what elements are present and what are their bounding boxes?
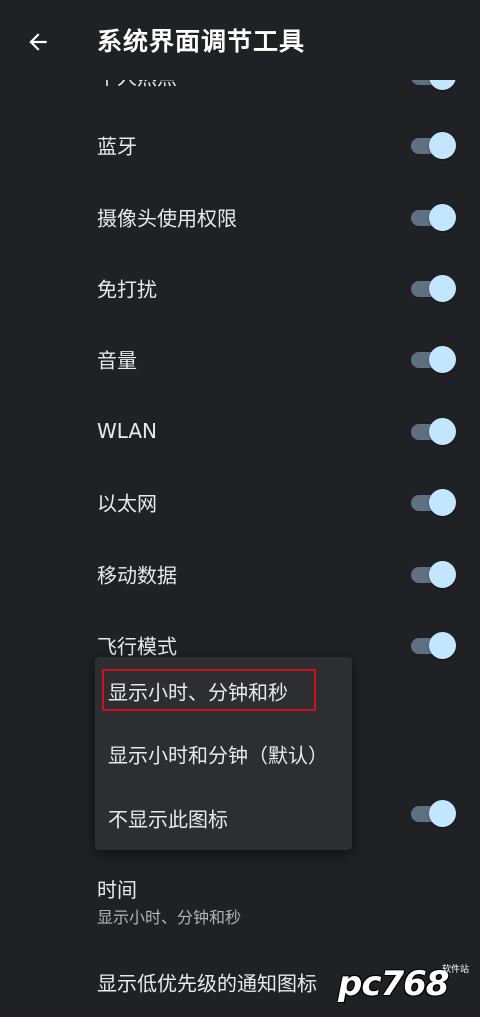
- setting-row-mobile-data[interactable]: 移动数据: [0, 542, 480, 606]
- setting-row-ethernet[interactable]: 以太网: [0, 470, 480, 534]
- app-screen: 个人热点 蓝牙 摄像头使用权限 免打扰: [0, 0, 480, 1017]
- setting-row-bluetooth[interactable]: 蓝牙: [0, 113, 480, 177]
- switch-thumb: [429, 275, 456, 302]
- airplane-switch[interactable]: [409, 631, 457, 659]
- watermark-small-text: 软件站: [442, 965, 470, 975]
- setting-row-dnd[interactable]: 免打扰: [0, 256, 480, 320]
- switch-thumb: [429, 561, 456, 588]
- dnd-switch[interactable]: [409, 274, 457, 302]
- hidden-row-switch[interactable]: [409, 799, 457, 827]
- setting-row-wlan[interactable]: WLAN: [0, 399, 480, 463]
- wlan-switch[interactable]: [409, 417, 457, 445]
- mobile-data-switch[interactable]: [409, 560, 457, 588]
- menu-item-label: 显示小时和分钟（默认）: [108, 743, 328, 768]
- setting-label: 显示低优先级的通知图标: [97, 971, 317, 996]
- setting-row-camera[interactable]: 摄像头使用权限: [0, 185, 480, 249]
- watermark-text: pc768: [338, 964, 449, 1004]
- menu-item-label: 不显示此图标: [108, 807, 228, 832]
- menu-item-hours-minutes-seconds[interactable]: 显示小时、分钟和秒: [95, 659, 352, 723]
- setting-label: 蓝牙: [97, 134, 137, 159]
- volume-switch[interactable]: [409, 345, 457, 373]
- switch-thumb: [429, 346, 456, 373]
- setting-label: 飞行模式: [97, 634, 177, 659]
- setting-label: WLAN: [97, 419, 158, 443]
- camera-switch[interactable]: [409, 203, 457, 231]
- setting-label: 以太网: [97, 491, 157, 516]
- setting-label: 免打扰: [97, 277, 157, 302]
- setting-label: 摄像头使用权限: [97, 206, 237, 231]
- setting-label: 移动数据: [97, 563, 177, 588]
- time-title: 时间: [97, 878, 137, 902]
- bluetooth-switch[interactable]: [409, 131, 457, 159]
- ethernet-switch[interactable]: [409, 488, 457, 516]
- setting-row-time[interactable]: 时间 显示小时、分钟和秒: [0, 862, 480, 932]
- watermark-logo: pc768 软件站: [338, 962, 478, 1012]
- setting-label: 音量: [97, 348, 137, 373]
- page-title: 系统界面调节工具: [97, 27, 306, 56]
- switch-thumb: [429, 632, 456, 659]
- time-summary: 显示小时、分钟和秒: [97, 908, 242, 927]
- app-bar: 系统界面调节工具: [0, 0, 480, 80]
- switch-thumb: [429, 132, 456, 159]
- switch-thumb: [429, 204, 456, 231]
- back-button[interactable]: [20, 24, 56, 60]
- switch-thumb: [429, 418, 456, 445]
- menu-item-hours-minutes[interactable]: 显示小时和分钟（默认）: [95, 722, 352, 786]
- setting-row-volume[interactable]: 音量: [0, 327, 480, 391]
- switch-thumb: [429, 800, 456, 827]
- menu-item-hide-icon[interactable]: 不显示此图标: [95, 786, 352, 850]
- switch-thumb: [429, 489, 456, 516]
- arrow-left-icon: [29, 33, 47, 51]
- menu-item-label: 显示小时、分钟和秒: [108, 680, 288, 705]
- time-format-popup-menu: 显示小时、分钟和秒 显示小时和分钟（默认） 不显示此图标: [95, 657, 352, 850]
